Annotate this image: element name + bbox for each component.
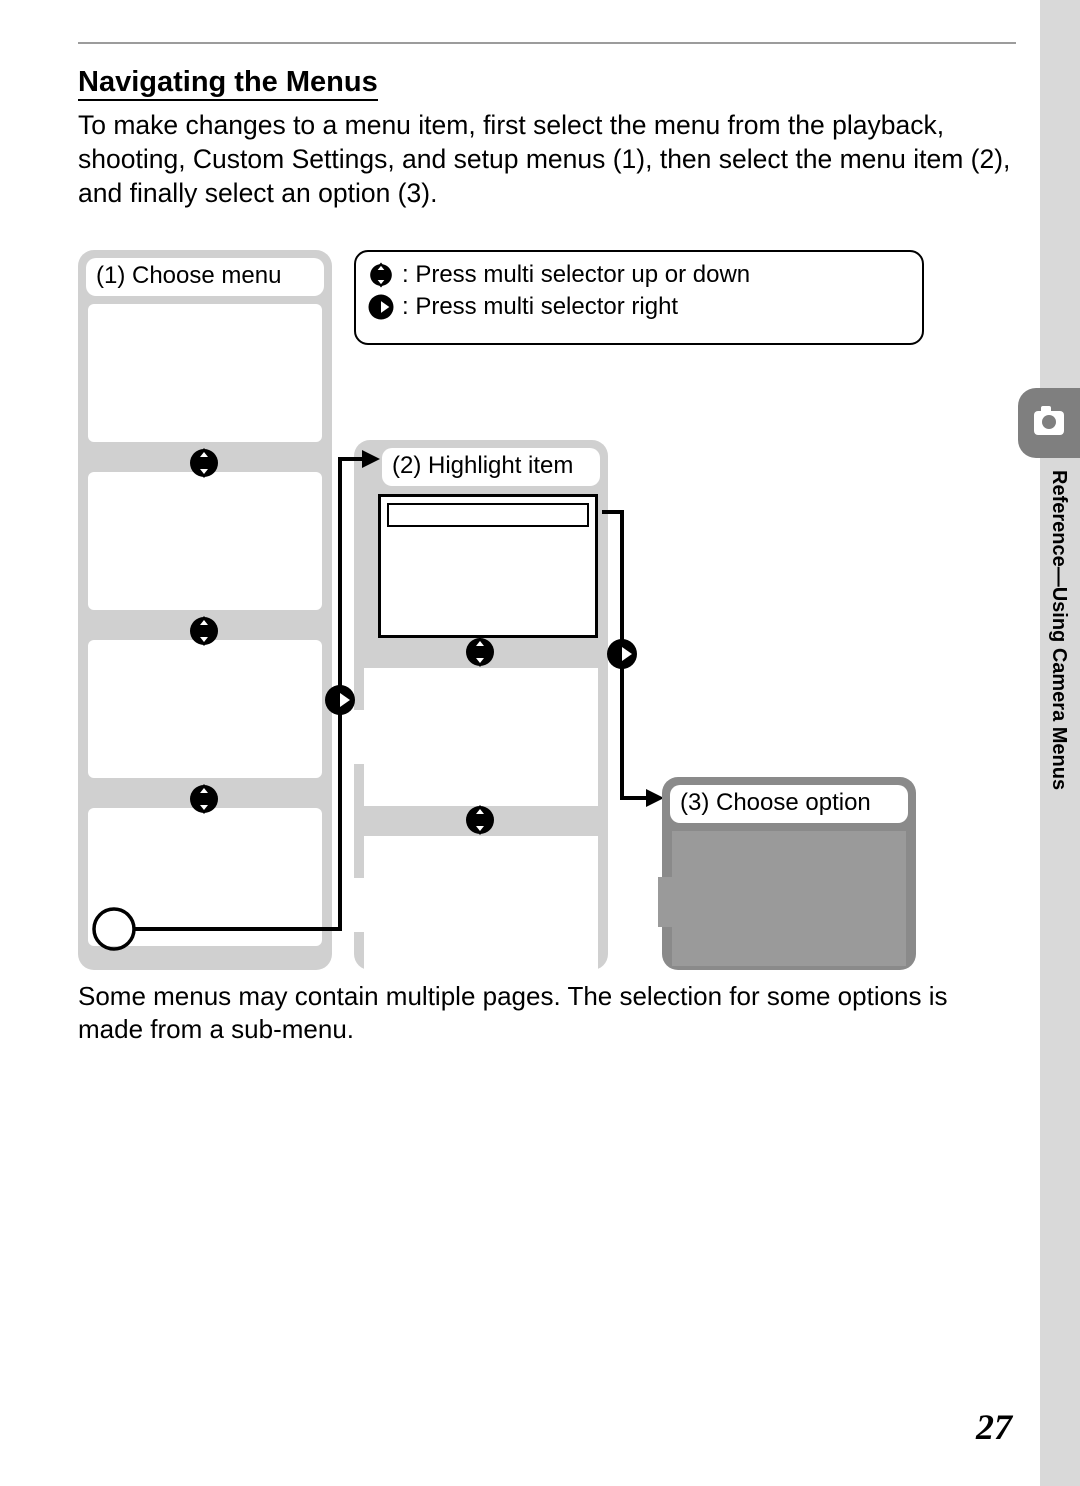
camera-icon — [1034, 411, 1064, 435]
right-selector-icon — [366, 292, 396, 322]
panel-choose-option: (3) Choose option — [662, 777, 916, 970]
section-heading: Navigating the Menus — [78, 66, 378, 101]
footer-text: Some menus may contain multiple pages. T… — [78, 980, 1016, 1045]
menu-screen-3 — [88, 640, 322, 778]
legend-updown-row: : Press multi selector up or down — [366, 260, 912, 290]
top-divider — [78, 42, 1016, 44]
item-screen-2 — [364, 668, 598, 806]
updown-selector-icon — [366, 260, 396, 290]
legend-right-text: : Press multi selector right — [402, 293, 678, 321]
navigation-diagram: (1) Choose menu : Press multi selector u… — [78, 250, 926, 980]
legend-box: : Press multi selector up or down : Pres… — [354, 250, 924, 345]
updown-selector-icon — [462, 802, 498, 838]
panel3-caption: (3) Choose option — [670, 785, 908, 823]
content-area: Navigating the Menus To make changes to … — [78, 42, 1016, 211]
intro-text: To make changes to a menu item, first se… — [78, 109, 1016, 211]
tab-notch — [350, 710, 364, 764]
panel2-caption: (2) Highlight item — [382, 448, 600, 486]
item-screen-1 — [378, 494, 598, 638]
option-screen — [672, 831, 906, 966]
tab-notch — [350, 878, 364, 932]
highlighted-row-icon — [387, 503, 589, 527]
tab-notch — [658, 877, 672, 927]
page-number: 27 — [976, 1406, 1012, 1448]
legend-right-row: : Press multi selector right — [366, 292, 912, 322]
manual-page: Navigating the Menus To make changes to … — [0, 0, 1080, 1486]
section-tab — [1018, 388, 1080, 458]
menu-screen-1 — [88, 304, 322, 442]
updown-selector-icon — [186, 781, 222, 817]
panel1-caption: (1) Choose menu — [86, 258, 324, 296]
side-section-label: Reference—Using Camera Menus — [1050, 470, 1070, 790]
selector-ring-icon — [90, 905, 138, 953]
updown-selector-icon — [186, 613, 222, 649]
panel-highlight-item: (2) Highlight item — [354, 440, 608, 970]
updown-selector-icon — [186, 445, 222, 481]
panel-choose-menu: (1) Choose menu — [78, 250, 332, 970]
legend-updown-text: : Press multi selector up or down — [402, 261, 750, 289]
item-screen-3 — [364, 836, 598, 974]
menu-screen-2 — [88, 472, 322, 610]
updown-selector-icon — [462, 634, 498, 670]
